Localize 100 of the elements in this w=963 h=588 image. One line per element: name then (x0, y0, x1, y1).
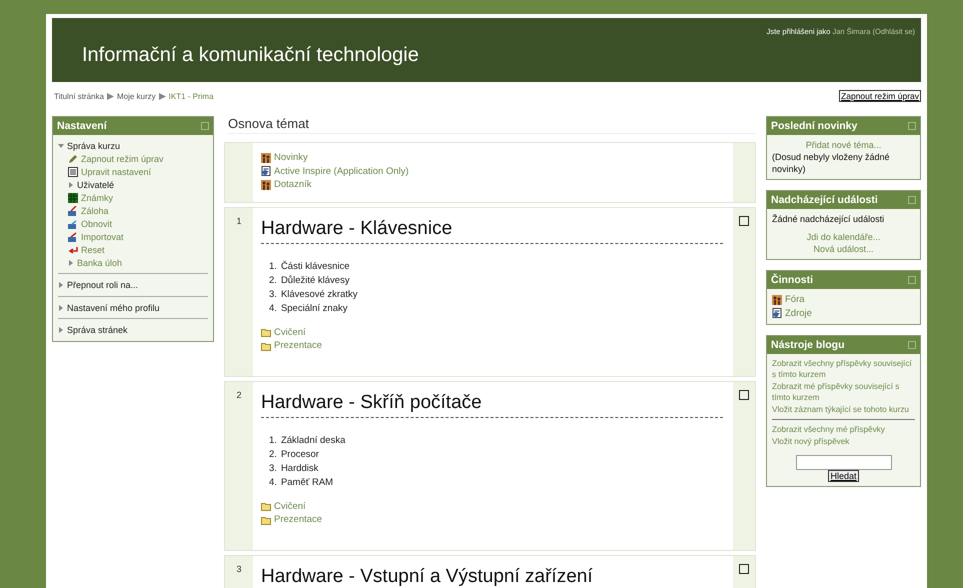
block-header: Činnosti (767, 271, 920, 289)
event-link[interactable]: Jdi do kalendáře... (772, 231, 915, 243)
list-number: 2. (269, 448, 277, 462)
list-number: 1. (269, 260, 277, 274)
collapse-icon[interactable] (908, 196, 916, 204)
tree-item[interactable]: Správa stránek (67, 325, 128, 335)
highlight-toggle-icon[interactable] (739, 216, 749, 226)
topic-item: Základní deska (280, 434, 346, 448)
grid-icon (68, 192, 78, 202)
collapsed-arrow-icon[interactable] (58, 327, 64, 333)
tree-item[interactable]: Reset (81, 244, 105, 254)
resource-link[interactable]: Active Inspire (Application Only) (274, 164, 409, 178)
list-number: 4. (269, 302, 277, 316)
toolbox-icon (68, 218, 78, 228)
blog-link[interactable]: Vložit záznam týkající se tohoto kurzu (772, 404, 915, 415)
blog-link[interactable]: Zobrazit mé příspěvky související s tímto kurzem (772, 381, 915, 403)
tree-item[interactable]: Správa kurzu (67, 140, 120, 150)
tree-item[interactable]: Zapnout režim úprav (81, 154, 164, 164)
resource-link[interactable]: Cvičení (274, 326, 306, 339)
block-header: Poslední novinky (767, 117, 920, 135)
section-number: 1 (236, 216, 242, 226)
breadcrumb-link[interactable]: Titulní stránka (54, 92, 104, 100)
section-title: Hardware - Skříň počítače (261, 392, 723, 418)
list-number: 1. (269, 434, 277, 448)
collapse-icon[interactable] (908, 341, 916, 349)
resource-link[interactable]: Prezentace (274, 339, 322, 352)
resource-link[interactable]: Cvičení (274, 500, 306, 513)
page-heading: Osnova témat (228, 116, 756, 134)
blog-link[interactable]: Zobrazit všechny příspěvky související s tímto kurzem (772, 358, 915, 380)
collapsed-arrow-icon[interactable] (68, 260, 74, 266)
topic-item: Harddisk (280, 462, 318, 476)
document-icon (772, 308, 782, 318)
highlight-toggle-icon[interactable] (739, 564, 749, 574)
blog-link[interactable]: Vložit nový příspěvek (772, 436, 915, 447)
document-icon (68, 166, 78, 176)
tree-item[interactable]: Záloha (81, 206, 109, 216)
resource-link[interactable]: Prezentace (274, 513, 322, 526)
pencil-icon (68, 154, 78, 164)
breadcrumb-link[interactable]: Moje kurzy (116, 92, 156, 100)
tree-item[interactable]: Nastavení mého profilu (67, 302, 160, 312)
tree-item[interactable]: Importovat (81, 232, 124, 242)
collapse-icon[interactable] (908, 276, 916, 284)
empty-message: (Dosud nebyly vloženy žádné novinky) (772, 151, 891, 175)
topic-item: Části klávesnice (280, 260, 350, 274)
tree-item[interactable]: Uživatelé (77, 180, 114, 190)
people-icon (261, 180, 271, 190)
resource-link[interactable]: Novinky (274, 151, 308, 164)
search-button[interactable]: Hledat (828, 470, 858, 482)
section-side-strip (225, 143, 253, 202)
section-title: Hardware - Vstupní a Výstupní zařízení (261, 566, 723, 588)
edit-mode-button[interactable]: Zapnout režim úprav (839, 90, 921, 102)
collapse-icon[interactable] (201, 122, 209, 130)
site-title: Informační a komunikační technologie (82, 44, 419, 67)
list-number: 3. (269, 462, 277, 476)
folder-icon (261, 514, 271, 525)
breadcrumb-link[interactable]: IKT1 - Prima (168, 92, 214, 100)
search-field[interactable] (796, 455, 892, 470)
topic-item: Speciální znaky (280, 302, 348, 316)
breadcrumb-arrow-icon (106, 92, 114, 100)
block-header: Nastavení (53, 117, 213, 135)
topic-item: Procesor (280, 448, 319, 462)
block-header: Nadcházející události (767, 191, 920, 209)
people-icon (772, 294, 782, 305)
activity-link[interactable]: Fóra (785, 293, 805, 306)
people-icon (261, 152, 271, 163)
resource-link[interactable]: Dotazník (274, 178, 312, 192)
toolbox-icon (68, 232, 78, 242)
return-arrow-icon (68, 244, 78, 254)
event-link[interactable]: Nová událost... (772, 243, 915, 255)
collapse-icon[interactable] (908, 122, 916, 130)
toolbox-icon (68, 206, 78, 216)
document-icon (261, 166, 271, 176)
list-number: 2. (269, 274, 277, 288)
collapsed-arrow-icon[interactable] (58, 304, 64, 310)
folder-icon (261, 327, 271, 338)
tree-item[interactable]: Upravit nastavení (81, 166, 152, 176)
collapsed-arrow-icon[interactable] (68, 182, 74, 188)
highlight-toggle-icon[interactable] (739, 390, 749, 400)
tree-item[interactable]: Známky (81, 192, 114, 202)
topic-item: Paměť RAM (280, 476, 334, 490)
folder-icon (261, 340, 271, 351)
activity-link[interactable]: Zdroje (785, 306, 812, 320)
blog-link[interactable]: Zobrazit všechny mé příspěvky (772, 424, 915, 435)
collapsed-arrow-icon[interactable] (58, 282, 64, 288)
folder-icon (261, 501, 271, 512)
list-number: 4. (269, 476, 277, 490)
breadcrumb-arrow-icon (158, 92, 166, 100)
list-number: 3. (269, 288, 277, 302)
tree-item[interactable]: Banka úloh (77, 258, 122, 268)
block-header: Nástroje blogu (767, 336, 920, 354)
empty-message: Žádné nadcházející události (772, 213, 886, 225)
section-number: 3 (236, 564, 242, 574)
topic-item: Klávesové zkratky (280, 288, 358, 302)
tree-item[interactable]: Přepnout roli na... (67, 280, 138, 290)
add-topic-link[interactable]: Přidat nové téma... (772, 139, 915, 151)
tree-item[interactable]: Obnovit (81, 218, 112, 228)
expanded-arrow-icon[interactable] (58, 142, 64, 148)
topic-item: Důležité klávesy (280, 274, 350, 288)
section-number: 2 (236, 390, 242, 400)
section-side-strip (733, 143, 755, 202)
